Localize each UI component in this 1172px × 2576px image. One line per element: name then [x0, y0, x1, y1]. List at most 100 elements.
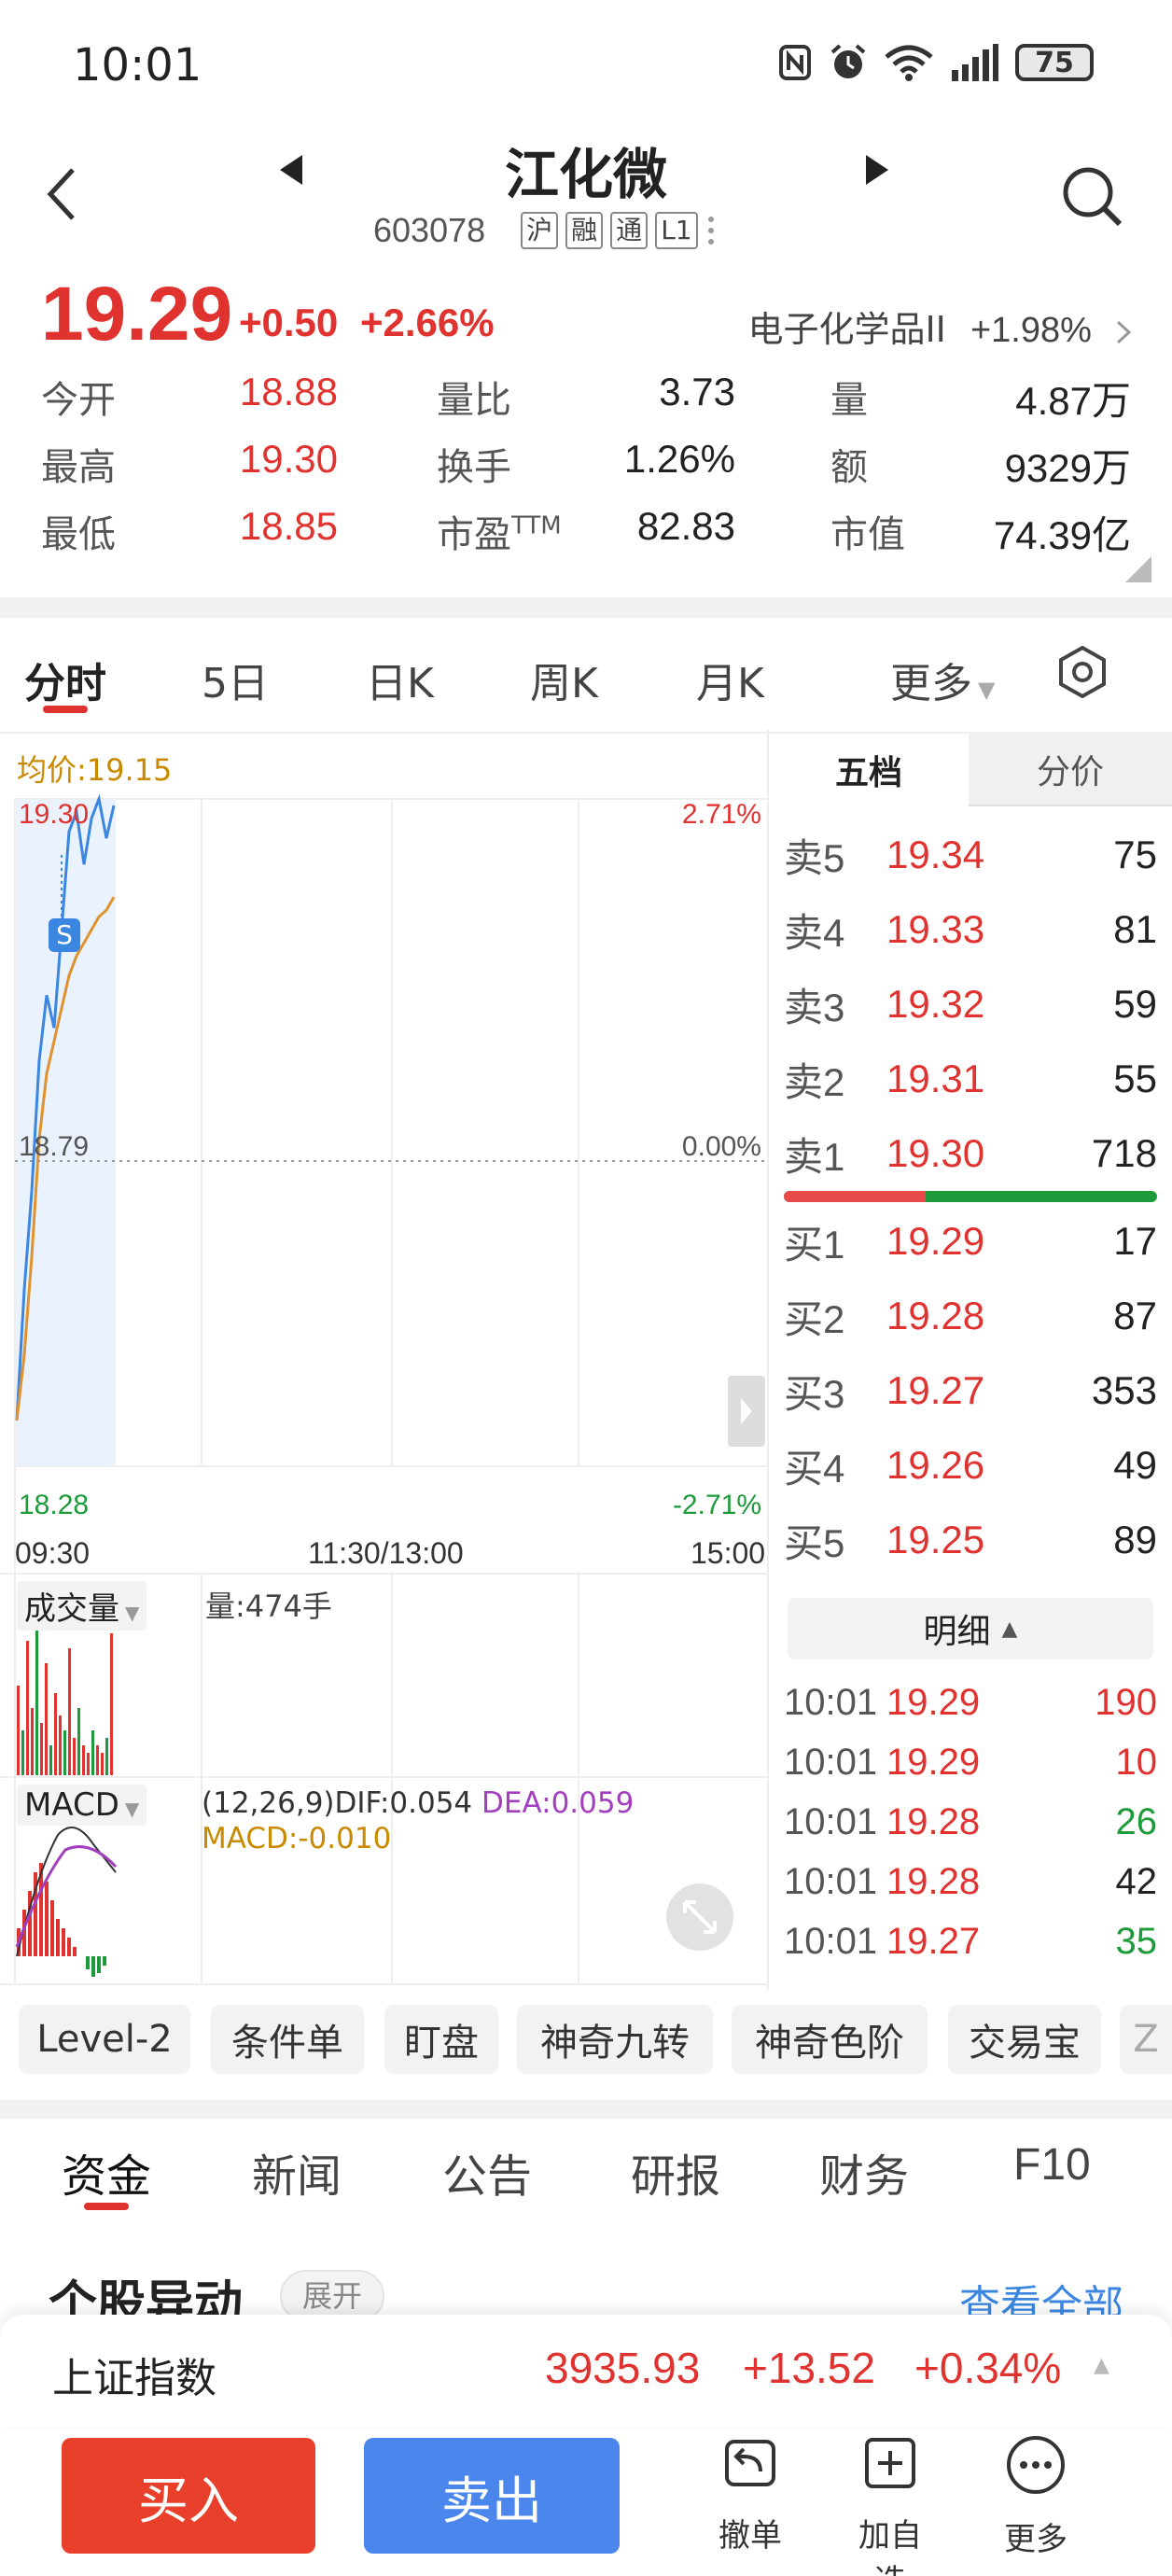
volume-indicator-select[interactable]: 成交量 ▼	[17, 1581, 147, 1631]
volume-bar	[31, 1708, 34, 1775]
signal-icon	[952, 44, 998, 81]
order-level-label: 买1	[784, 1222, 845, 1267]
tab-weekly-k[interactable]: 周K	[530, 650, 598, 709]
order-level-price: 19.31	[886, 1057, 985, 1100]
sector-link[interactable]: 电子化学品II +1.98%	[747, 301, 1135, 352]
macd-bar	[45, 1882, 49, 1956]
tick-time: 10:01	[784, 1681, 878, 1723]
tab-funds[interactable]: 资金	[62, 2139, 151, 2205]
stat-label: 换手	[437, 446, 511, 489]
macd-bar	[50, 1900, 54, 1956]
macd-indicator-select[interactable]: MACD ▼	[17, 1785, 147, 1826]
tab-announcements[interactable]: 公告	[442, 2139, 532, 2205]
tick-vol: 190	[1095, 1681, 1157, 1723]
macd-value: MACD:-0.010	[202, 1822, 392, 1855]
stat-label: 今开	[41, 379, 116, 422]
volume-bar	[73, 1738, 76, 1775]
order-level-row[interactable]: 卖5 19.34 75	[784, 818, 1157, 892]
volume-bar	[96, 1745, 99, 1775]
order-level-row[interactable]: 买1 19.29 17	[784, 1204, 1157, 1279]
add-watchlist-button[interactable]: 加自选	[844, 2434, 937, 2576]
stat-label: 量	[830, 379, 868, 422]
pct-low-label: -2.71%	[672, 1490, 761, 1520]
volume-bar	[17, 1686, 20, 1775]
chip-magic-nine[interactable]: 神奇九转	[517, 2005, 713, 2074]
wifi-icon	[885, 45, 933, 81]
order-level-row[interactable]: 买3 19.27 353	[784, 1353, 1157, 1428]
macd-bar-negative	[103, 1956, 106, 1966]
search-button[interactable]	[1060, 164, 1125, 233]
order-level-label: 卖3	[784, 985, 845, 1029]
chip-watch[interactable]: 盯盘	[384, 2005, 498, 2074]
current-price: 19.29	[41, 272, 233, 357]
detail-toggle[interactable]: 明细 ▲	[788, 1598, 1153, 1659]
tab-news[interactable]: 新闻	[252, 2139, 342, 2205]
status-time: 10:01	[73, 39, 202, 91]
sell-button[interactable]: 卖出	[364, 2438, 620, 2554]
stat-value: 3.73	[659, 370, 735, 413]
volume-bar	[45, 1663, 48, 1775]
add-box-icon	[865, 2438, 915, 2488]
tab-five-levels[interactable]: 五档	[769, 734, 969, 806]
order-level-vol: 718	[1091, 1131, 1157, 1175]
chip-conditional-order[interactable]: 条件单	[211, 2005, 364, 2074]
index-name: 上证指数	[52, 2355, 216, 2402]
more-dots-icon[interactable]	[705, 214, 717, 247]
buy-button[interactable]: 买入	[62, 2438, 315, 2554]
next-stock-button[interactable]	[866, 155, 888, 185]
order-level-vol: 17	[1113, 1219, 1157, 1263]
expand-corner-icon[interactable]	[1125, 556, 1151, 582]
chip-magic-color[interactable]: 神奇色阶	[732, 2005, 928, 2074]
tab-f10[interactable]: F10	[1013, 2139, 1091, 2191]
order-level-row[interactable]: 买5 19.25 89	[784, 1503, 1157, 1577]
tab-more[interactable]: 更多 ▼	[890, 650, 995, 709]
stat-label: 额	[830, 446, 868, 489]
stat-value: 18.85	[239, 504, 338, 548]
ttm-superscript: TTM	[511, 511, 562, 540]
volume-bar	[26, 1641, 29, 1775]
volume-bar	[82, 1745, 85, 1775]
x-label-open: 09:30	[15, 1536, 91, 1570]
order-level-row[interactable]: 卖4 19.33 81	[784, 892, 1157, 967]
order-level-price: 19.32	[886, 982, 985, 1026]
more-button[interactable]: 更多	[989, 2434, 1082, 2559]
tab-price-dist[interactable]: 分价	[969, 734, 1172, 806]
stat-label: 最低	[41, 513, 116, 556]
tab-intraday[interactable]: 分时	[24, 650, 106, 709]
tab-research[interactable]: 研报	[631, 2139, 720, 2205]
stat-label: 最高	[41, 446, 116, 489]
order-level-row[interactable]: 卖1 19.30 718	[784, 1116, 1157, 1191]
tick-vol: 10	[1115, 1741, 1158, 1783]
macd-params: (12,26,9)DIF:0.054 DEA:0.059	[202, 1786, 634, 1820]
tag-tong: 通	[610, 212, 649, 249]
battery-icon: 75	[1015, 44, 1094, 81]
stat-value: 82.83	[636, 504, 735, 548]
pct-mid-label: 0.00%	[681, 1131, 761, 1162]
chip-trade-treasure[interactable]: 交易宝	[948, 2005, 1101, 2074]
stat-value: 74.39亿	[993, 513, 1131, 557]
tab-5day[interactable]: 5日	[202, 650, 269, 709]
order-level-row[interactable]: 卖2 19.31 55	[784, 1042, 1157, 1116]
caret-down-icon: ▼	[125, 1602, 140, 1624]
tag-rong: 融	[565, 212, 604, 249]
chip-more-partial[interactable]: Z	[1120, 2005, 1172, 2074]
tab-daily-k[interactable]: 日K	[366, 650, 434, 709]
search-icon	[1063, 167, 1123, 227]
cancel-order-button[interactable]: 撤单	[704, 2434, 797, 2555]
active-tab-indicator	[43, 706, 88, 713]
x-label-mid: 11:30/13:00	[308, 1536, 464, 1570]
order-level-row[interactable]: 买2 19.28 87	[784, 1279, 1157, 1353]
stat-value: 1.26%	[623, 437, 735, 481]
chip-level2[interactable]: Level-2	[19, 2005, 190, 2074]
tab-financials[interactable]: 财务	[819, 2139, 909, 2205]
order-level-row[interactable]: 买4 19.26 49	[784, 1428, 1157, 1503]
settings-hex-icon[interactable]	[1054, 644, 1110, 700]
caret-up-icon[interactable]: ▲	[1094, 2354, 1109, 2377]
order-level-row[interactable]: 卖3 19.32 59	[784, 967, 1157, 1042]
sell-marker[interactable]: S	[49, 918, 80, 952]
volume-value: 量:474手	[205, 1589, 332, 1624]
tick-time: 10:01	[784, 1741, 878, 1783]
tab-monthly-k[interactable]: 月K	[696, 650, 764, 709]
order-level-label: 卖4	[784, 910, 845, 955]
order-level-price: 19.25	[886, 1518, 985, 1561]
